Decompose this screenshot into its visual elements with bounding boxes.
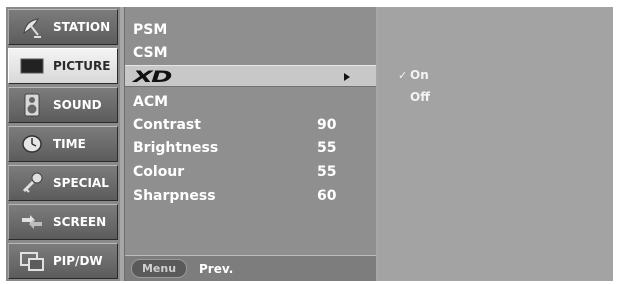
menu-item-value: 60: [317, 188, 337, 204]
menu-button[interactable]: Menu: [131, 259, 187, 278]
menu-item-value: 55: [317, 164, 337, 180]
sidebar-item-label: PICTURE: [53, 59, 111, 73]
xd-options-panel: ✓ On Off: [378, 7, 613, 281]
sidebar: STATION PICTURE SOUND TIME SPECIAL SCREE…: [6, 7, 120, 281]
sidebar-item-screen[interactable]: SCREEN: [8, 204, 118, 240]
sidebar-item-label: STATION: [53, 20, 111, 34]
satellite-dish-icon: [19, 15, 45, 39]
sidebar-item-label: TIME: [53, 137, 86, 151]
screen-adjust-icon: [19, 210, 45, 234]
menu-item-label: Contrast: [133, 117, 201, 133]
menu-item-acm[interactable]: ACM: [125, 91, 376, 113]
key-icon: [19, 171, 45, 195]
sidebar-item-time[interactable]: TIME: [8, 126, 118, 162]
sidebar-item-label: SOUND: [53, 98, 102, 112]
menu-item-value: 55: [317, 140, 337, 156]
sidebar-item-pip[interactable]: PIP/DW: [8, 243, 118, 279]
option-on[interactable]: ✓ On: [398, 66, 429, 84]
menu-item-label: Colour: [133, 164, 185, 180]
picture-menu-panel: PSM CSM XD ACM Contrast 90 Brightness 55…: [124, 7, 376, 281]
menu-item-csm[interactable]: CSM: [125, 42, 376, 64]
menu-item-xd[interactable]: XD: [125, 65, 376, 87]
sidebar-item-label: PIP/DW: [53, 254, 103, 268]
speaker-icon: [19, 93, 45, 117]
option-off[interactable]: Off: [398, 88, 430, 106]
tv-osd-screen: STATION PICTURE SOUND TIME SPECIAL SCREE…: [6, 7, 613, 281]
option-label: Off: [410, 90, 430, 104]
sidebar-item-sound[interactable]: SOUND: [8, 87, 118, 123]
menu-item-psm[interactable]: PSM: [125, 19, 376, 41]
menu-item-label: ACM: [133, 94, 169, 110]
menu-item-label: CSM: [133, 45, 168, 61]
menu-item-brightness[interactable]: Brightness 55: [125, 137, 376, 159]
sidebar-item-special[interactable]: SPECIAL: [8, 165, 118, 201]
clock-icon: [19, 132, 45, 156]
sidebar-item-label: SCREEN: [53, 215, 107, 229]
menu-item-sharpness[interactable]: Sharpness 60: [125, 185, 376, 207]
sidebar-item-picture[interactable]: PICTURE: [8, 48, 118, 84]
menu-item-label: Brightness: [133, 140, 219, 156]
pip-icon: [19, 249, 45, 273]
menu-item-colour[interactable]: Colour 55: [125, 161, 376, 183]
menu-footer: Menu Prev.: [125, 255, 376, 281]
prev-label: Prev.: [199, 261, 234, 276]
menu-item-label: Sharpness: [133, 188, 216, 204]
xd-logo: XD: [133, 66, 172, 86]
sidebar-item-label: SPECIAL: [53, 176, 109, 190]
check-icon: ✓: [398, 68, 408, 82]
menu-item-contrast[interactable]: Contrast 90: [125, 114, 376, 136]
submenu-arrow-icon: [344, 73, 350, 81]
option-label: On: [410, 68, 429, 82]
menu-item-value: 90: [317, 117, 337, 133]
picture-screen-icon: [19, 54, 45, 78]
sidebar-item-station[interactable]: STATION: [8, 9, 118, 45]
menu-item-label: PSM: [133, 22, 168, 38]
